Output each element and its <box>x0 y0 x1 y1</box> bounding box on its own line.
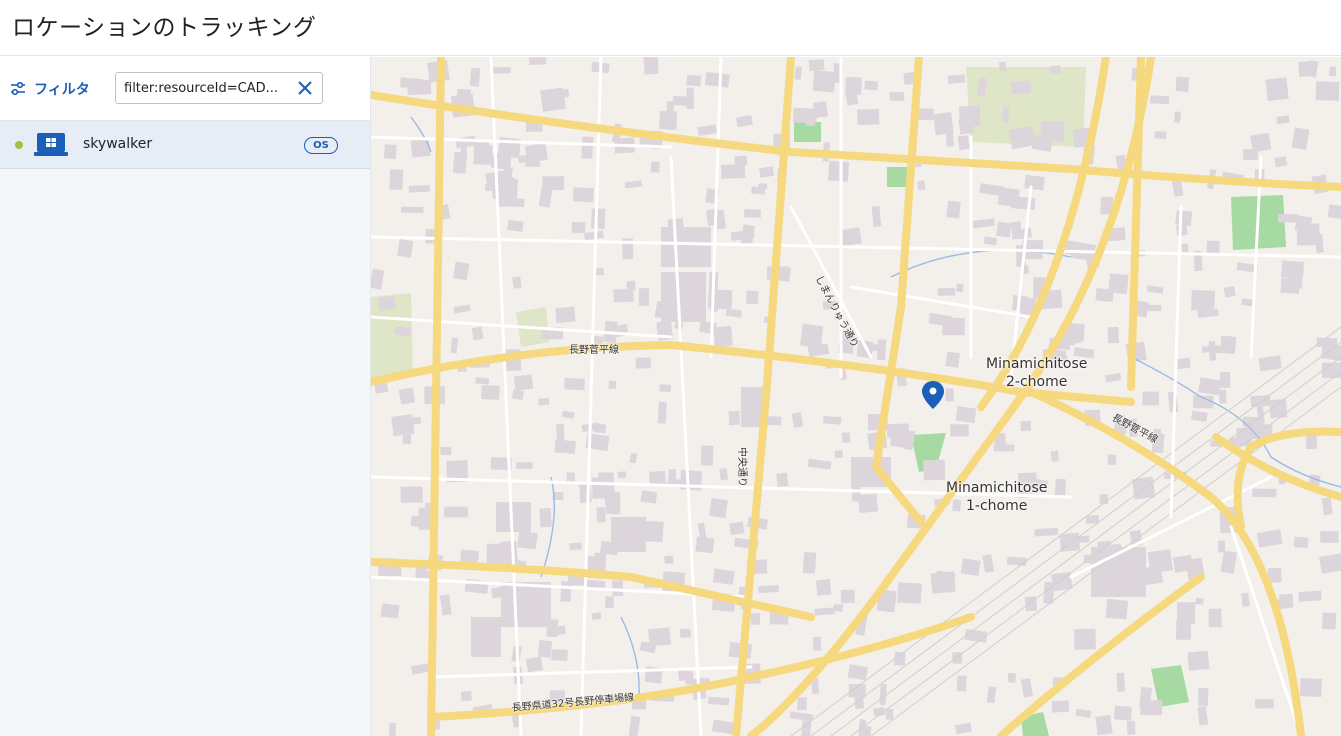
road-label: 中央通り <box>736 447 747 487</box>
os-badge[interactable]: OS <box>304 137 338 154</box>
filter-input[interactable] <box>124 78 292 98</box>
page-title: ロケーションのトラッキング <box>12 15 317 41</box>
page-header: ロケーションのトラッキング <box>0 0 1341 56</box>
windows-laptop-icon <box>34 133 68 156</box>
road-label: 長野菅平線 <box>569 345 619 356</box>
clear-filter-icon[interactable] <box>296 79 314 97</box>
location-pin-icon[interactable] <box>921 380 945 410</box>
filter-button[interactable]: フィルタ <box>10 77 90 101</box>
location-map[interactable]: 長野菅平線 長野菅平線 中央通り しまんりゅう通り 長野県道32号長野停車場線 … <box>371 57 1341 736</box>
device-name: skywalker <box>83 136 153 152</box>
device-list-item[interactable]: skywalker OS <box>0 121 370 169</box>
online-status-dot <box>15 141 23 149</box>
filter-input-box <box>115 72 323 104</box>
area-label-minamichitose-1: Minamichitose 1-chome <box>946 480 1048 514</box>
filter-sliders-icon <box>11 82 25 96</box>
filter-bar: フィルタ <box>0 57 370 121</box>
area-label-minamichitose-2: Minamichitose 2-chome <box>986 356 1088 390</box>
map-canvas <box>371 57 1341 736</box>
device-sidebar: フィルタ skywalker OS <box>0 57 371 736</box>
filter-button-label: フィルタ <box>34 82 90 98</box>
